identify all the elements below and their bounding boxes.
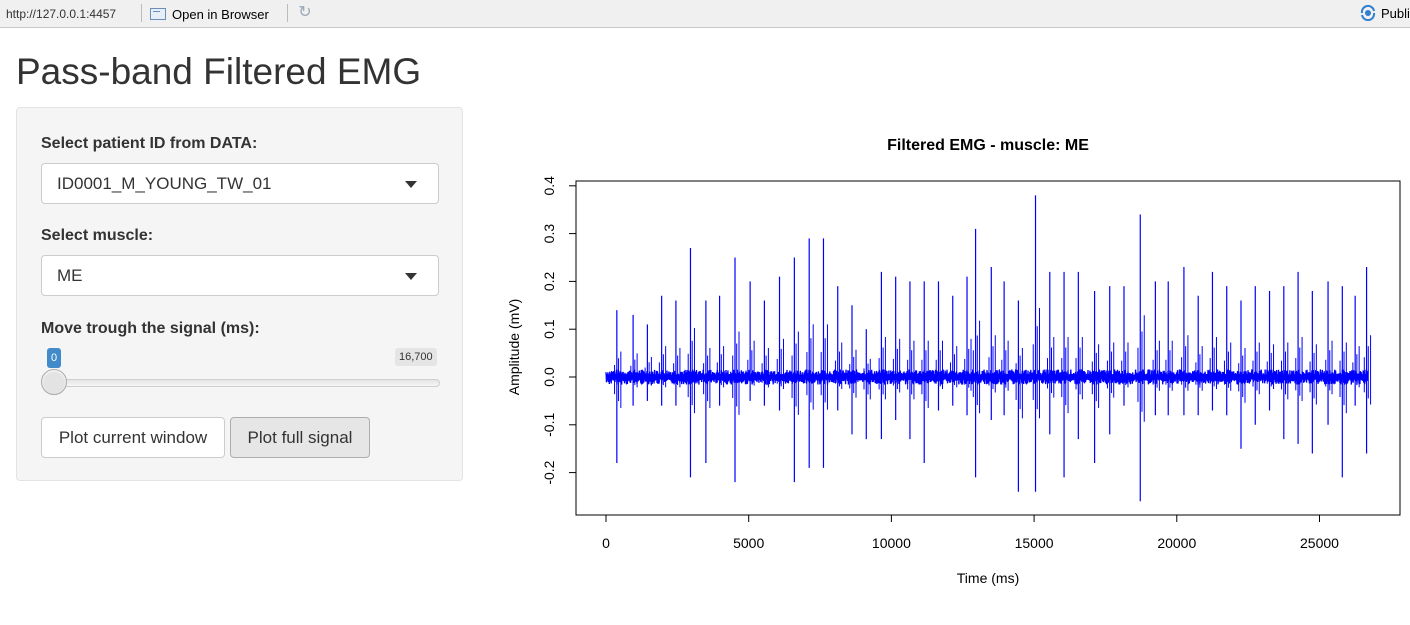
muscle-select-label: Select muscle: xyxy=(41,227,154,244)
plot-full-signal-button[interactable]: Plot full signal xyxy=(230,417,370,458)
slider-max-label: 16,700 xyxy=(395,348,437,366)
y-axis-label: Amplitude (mV) xyxy=(506,299,522,395)
publish-label: Publi xyxy=(1381,5,1410,21)
browser-window-icon xyxy=(150,8,166,20)
page-title: Pass-band Filtered EMG xyxy=(16,51,422,92)
slider-value-badge: 0 xyxy=(47,348,62,368)
x-tick-label: 10000 xyxy=(872,535,911,551)
publish-icon xyxy=(1360,5,1376,21)
y-tick-label: -0.1 xyxy=(541,413,557,437)
x-axis-label: Time (ms) xyxy=(957,570,1019,586)
publish-button[interactable]: Publi xyxy=(1360,5,1410,21)
plot-current-window-button[interactable]: Plot current window xyxy=(41,417,225,458)
toolbar-divider xyxy=(287,4,288,22)
y-tick-label: 0.4 xyxy=(541,176,557,196)
y-tick-label: 0.3 xyxy=(541,224,557,244)
y-tick-label: 0.2 xyxy=(541,271,557,291)
chevron-down-icon xyxy=(405,181,417,188)
browser-toolbar: http://127.0.0.1:4457 Open in Browser ↻ … xyxy=(0,0,1410,28)
x-tick-label: 5000 xyxy=(733,535,764,551)
patient-select[interactable]: ID0001_M_YOUNG_TW_01 xyxy=(41,163,439,204)
x-tick-label: 15000 xyxy=(1015,535,1054,551)
chevron-down-icon xyxy=(405,273,417,280)
muscle-select[interactable]: ME xyxy=(41,255,439,296)
y-tick-label: 0.0 xyxy=(541,367,557,387)
slider-label: Move trough the signal (ms): xyxy=(41,320,260,337)
slider-handle[interactable] xyxy=(41,369,67,395)
refresh-icon[interactable]: ↻ xyxy=(296,4,314,22)
patient-select-value: ID0001_M_YOUNG_TW_01 xyxy=(57,174,272,193)
plot-frame xyxy=(575,180,1401,516)
chart-axes: 0 5000 10000 15000 20000 25000 -0.2 -0.1 0.0 0.1 0… xyxy=(541,176,1339,551)
x-tick-label: 20000 xyxy=(1157,535,1196,551)
y-tick-label: -0.2 xyxy=(541,460,557,484)
toolbar-divider xyxy=(141,4,142,22)
open-in-browser-label: Open in Browser xyxy=(172,6,269,22)
url-text: http://127.0.0.1:4457 xyxy=(6,7,117,21)
slider-track[interactable] xyxy=(47,379,440,387)
patient-select-label: Select patient ID from DATA: xyxy=(41,135,258,152)
open-in-browser-button[interactable]: Open in Browser xyxy=(150,4,269,24)
y-tick-label: 0.1 xyxy=(541,319,557,339)
chart-title: Filtered EMG - muscle: ME xyxy=(887,137,1089,154)
signal-baseline xyxy=(605,369,1369,385)
x-tick-label: 25000 xyxy=(1300,535,1339,551)
x-tick-label: 0 xyxy=(602,535,610,551)
sidebar-panel: Select patient ID from DATA: ID0001_M_YO… xyxy=(16,107,463,481)
muscle-select-value: ME xyxy=(57,266,83,285)
emg-signal xyxy=(605,195,1372,502)
